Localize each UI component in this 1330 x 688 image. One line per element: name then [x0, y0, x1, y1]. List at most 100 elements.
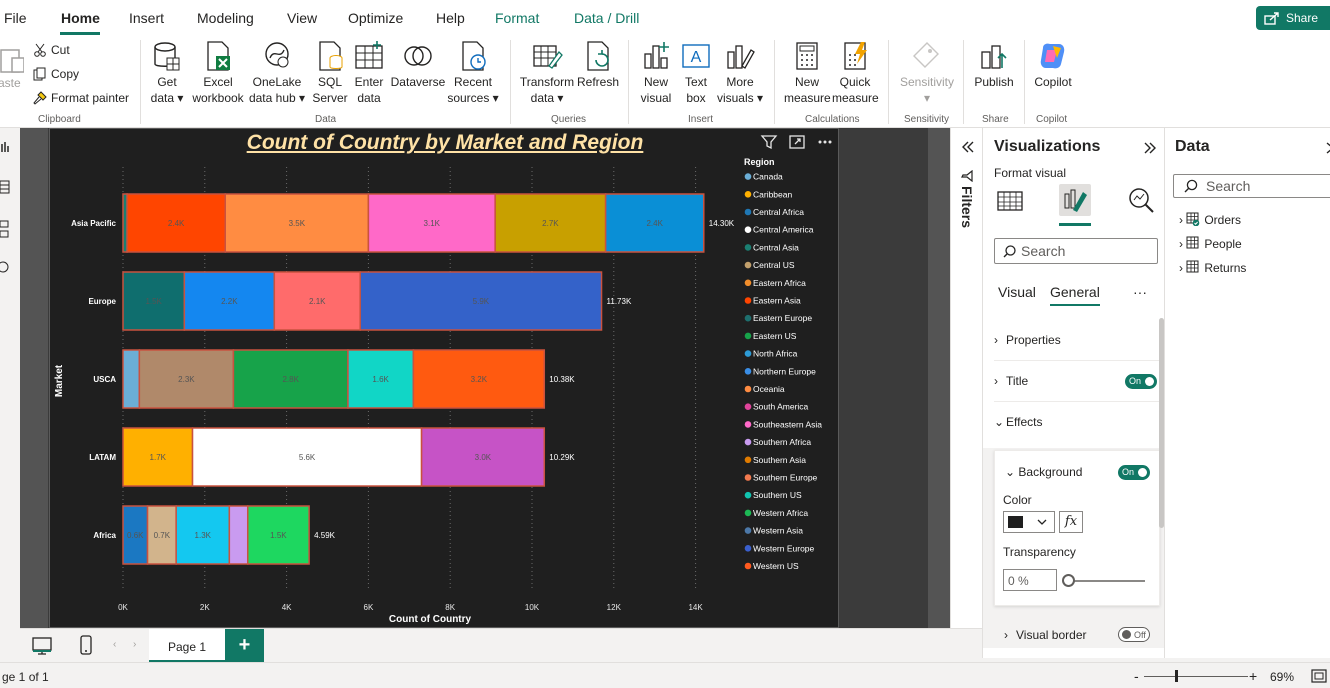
- zoom-slider-handle[interactable]: [1175, 670, 1178, 682]
- data-label: 1.7K: [150, 453, 167, 462]
- build-visual-icon[interactable]: [994, 184, 1026, 216]
- sensitivity-button[interactable]: Sensitivity ▾: [897, 40, 957, 106]
- dataverse-button[interactable]: Dataverse: [390, 40, 446, 90]
- collapse-pane-icon[interactable]: [1325, 141, 1330, 155]
- table-people[interactable]: › People: [1179, 236, 1242, 251]
- zoom-out-button[interactable]: -: [1134, 668, 1139, 684]
- table-returns[interactable]: › Returns: [1179, 260, 1246, 275]
- analytics-icon[interactable]: [1125, 184, 1157, 216]
- properties-section[interactable]: › Properties: [994, 333, 1160, 361]
- color-picker[interactable]: [1003, 511, 1055, 533]
- viz-search-input[interactable]: Search: [994, 238, 1158, 264]
- copilot-button[interactable]: Copilot: [1030, 40, 1076, 90]
- publish-button[interactable]: Publish: [972, 40, 1016, 90]
- transparency-input[interactable]: 0 %: [1003, 569, 1057, 591]
- tab-general[interactable]: General: [1050, 284, 1100, 300]
- sql-server-button[interactable]: SQL Server: [310, 40, 350, 106]
- visual-border-toggle[interactable]: Off: [1118, 627, 1150, 642]
- total-label: 10.29K: [549, 453, 575, 462]
- quick-measure-button[interactable]: Quick measure: [832, 40, 879, 106]
- tab-view[interactable]: View: [287, 10, 317, 26]
- model-view-icon[interactable]: [0, 220, 10, 238]
- format-visual-tab[interactable]: [1059, 184, 1091, 216]
- dax-query-icon[interactable]: [0, 260, 10, 274]
- chevron-right-icon: ›: [1179, 237, 1187, 251]
- more-visuals-button[interactable]: More visuals ▾: [716, 40, 764, 106]
- transparency-slider-handle[interactable]: [1062, 574, 1075, 587]
- table-grid-icon: [355, 41, 383, 69]
- get-data-button[interactable]: Get data ▾: [147, 40, 187, 106]
- data-search-input[interactable]: Search: [1173, 174, 1330, 198]
- page-tab-page-1[interactable]: Page 1: [149, 629, 225, 663]
- tab-visual[interactable]: Visual: [998, 284, 1036, 300]
- copy-label: Copy: [51, 67, 80, 81]
- new-measure-button[interactable]: New measure: [784, 40, 831, 106]
- group-separator: [774, 40, 775, 124]
- stacked-bar-visual[interactable]: Count of Country by Market and Region 0K…: [49, 128, 839, 628]
- transform-data-button[interactable]: Transform data ▾: [518, 40, 576, 106]
- tab-data-drill[interactable]: Data / Drill: [574, 10, 639, 26]
- paste-button[interactable]: aste: [0, 76, 21, 90]
- desktop-layout-icon[interactable]: [32, 637, 52, 655]
- effects-section[interactable]: ⌄ Effects: [994, 415, 1160, 429]
- title-toggle[interactable]: On: [1125, 374, 1157, 389]
- scroll-right-icon[interactable]: ›: [133, 639, 136, 650]
- refresh-button[interactable]: Refresh: [576, 40, 620, 90]
- tab-file[interactable]: File: [4, 10, 27, 26]
- format-painter-button[interactable]: Format painter: [33, 91, 129, 105]
- tab-optimize[interactable]: Optimize: [348, 10, 403, 26]
- tab-home[interactable]: Home: [61, 10, 100, 26]
- background-toggle[interactable]: On: [1118, 465, 1150, 480]
- sensitivity-icon: [913, 42, 939, 68]
- y-category-label: Asia Pacific: [71, 219, 116, 228]
- add-page-button[interactable]: +: [225, 629, 264, 662]
- tab-modeling[interactable]: Modeling: [197, 10, 254, 26]
- new-visual-button[interactable]: New visual: [636, 40, 676, 106]
- tab-insert[interactable]: Insert: [129, 10, 164, 26]
- more-options-button[interactable]: ···: [1133, 284, 1147, 300]
- chevron-right-icon: ›: [1004, 628, 1008, 642]
- chevron-right-icon: ›: [1179, 261, 1187, 275]
- chart-plot: 0K 2K 4K 6K 8K 10K 12K 14K Count of Country Marke…: [54, 157, 822, 625]
- table-orders[interactable]: › Orders: [1179, 212, 1241, 227]
- background-header[interactable]: ⌄ Background: [1005, 465, 1082, 479]
- collapse-double-chevron-icon[interactable]: [961, 140, 975, 154]
- data-label: 3.0K: [475, 453, 492, 462]
- zoom-in-button[interactable]: +: [1249, 668, 1257, 684]
- text-box-button[interactable]: A Text box: [678, 40, 714, 106]
- search-icon: [1184, 179, 1198, 193]
- report-view-icon[interactable]: [0, 140, 10, 154]
- excel-workbook-button[interactable]: Excel workbook: [190, 40, 246, 106]
- enter-data-button[interactable]: Enter data: [350, 40, 388, 106]
- scroll-left-icon[interactable]: ‹: [113, 639, 116, 650]
- dataverse-icon: [404, 46, 432, 66]
- x-tick-label: 0K: [118, 603, 128, 612]
- zoom-slider-track[interactable]: [1144, 676, 1248, 677]
- copy-button[interactable]: Copy: [33, 67, 79, 81]
- publish-icon: [981, 45, 1007, 69]
- onelake-data-hub-button[interactable]: OneLake data hub ▾: [248, 40, 306, 106]
- share-button[interactable]: Share: [1256, 6, 1330, 30]
- legend-marker: [744, 421, 752, 428]
- fit-to-page-icon[interactable]: [1311, 669, 1327, 683]
- quick-measure-icon: [844, 42, 867, 70]
- conditional-format-button[interactable]: fx: [1059, 511, 1083, 533]
- table-view-icon[interactable]: [0, 180, 10, 194]
- filters-pane[interactable]: Filters: [950, 128, 982, 628]
- group-separator: [140, 40, 141, 124]
- data-title: Data: [1175, 138, 1210, 155]
- sql-server-label: SQL Server: [312, 75, 348, 105]
- transparency-value: 0 %: [1008, 574, 1029, 588]
- data-label: 2.7K: [542, 219, 559, 228]
- cut-button[interactable]: Cut: [33, 43, 70, 57]
- search-icon: [1003, 245, 1016, 258]
- y-category-label: LATAM: [89, 453, 116, 462]
- tab-help[interactable]: Help: [436, 10, 465, 26]
- tab-format[interactable]: Format: [495, 10, 539, 26]
- legend-item-label: Southern Europe: [753, 473, 818, 483]
- mobile-layout-icon[interactable]: [80, 635, 92, 655]
- copy-icon: [33, 67, 46, 81]
- transparency-slider-track[interactable]: [1067, 580, 1145, 582]
- collapse-pane-icon[interactable]: [1143, 141, 1157, 155]
- recent-sources-button[interactable]: Recent sources ▾: [446, 40, 500, 106]
